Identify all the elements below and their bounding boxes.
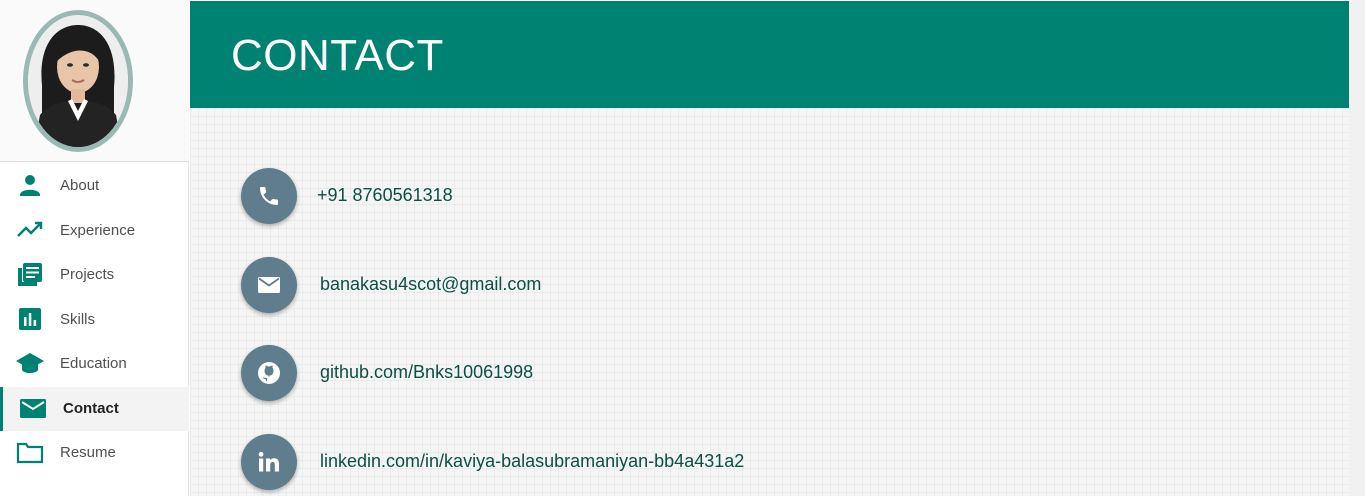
sidebar: About Experience Projects Skills Educati…: [0, 0, 189, 496]
envelope-icon: [258, 277, 280, 293]
sidebar-item-experience[interactable]: Experience: [0, 209, 189, 253]
github-icon-button[interactable]: [241, 345, 297, 401]
sidebar-item-label: Contact: [63, 400, 119, 417]
contact-section: +91 8760561318 banakasu4scot@gmail.com g…: [190, 108, 1349, 496]
email-address[interactable]: banakasu4scot@gmail.com: [320, 274, 541, 295]
profile-photo: [23, 10, 133, 152]
sidebar-item-label: About: [60, 177, 100, 194]
sidebar-item-label: Education: [60, 355, 127, 372]
page-title: CONTACT: [231, 31, 444, 80]
linkedin-link[interactable]: linkedin.com/in/kaviya-balasubramaniyan-…: [320, 451, 744, 472]
linkedin-icon: [258, 451, 279, 472]
graduation-cap-icon: [16, 351, 44, 377]
email-icon-button[interactable]: [241, 257, 297, 313]
person-icon: [16, 173, 44, 199]
mail-icon: [19, 396, 47, 422]
sidebar-item-skills[interactable]: Skills: [0, 298, 189, 342]
sidebar-item-label: Projects: [60, 266, 115, 283]
phone-number[interactable]: +91 8760561318: [317, 185, 453, 206]
bar-chart-icon: [16, 307, 44, 333]
phone-icon-button[interactable]: [241, 168, 297, 224]
page-header: CONTACT: [190, 1, 1349, 108]
github-icon: [258, 362, 280, 384]
github-link[interactable]: github.com/Bnks10061998: [320, 362, 533, 383]
sidebar-item-about[interactable]: About: [0, 164, 189, 208]
sidebar-item-projects[interactable]: Projects: [0, 253, 189, 297]
phone-icon: [260, 187, 278, 205]
sidebar-item-contact[interactable]: Contact: [0, 387, 189, 431]
sidebar-item-education[interactable]: Education: [0, 342, 189, 386]
sidebar-item-label: Skills: [60, 311, 96, 328]
sidebar-item-label: Experience: [60, 222, 136, 239]
trending-up-icon: [16, 218, 44, 244]
folder-icon: [16, 440, 44, 466]
sidebar-item-resume[interactable]: Resume: [0, 431, 189, 475]
profile-photo-area: [0, 0, 189, 162]
page-scrollbar[interactable]: [1349, 0, 1365, 496]
sidebar-item-label: Resume: [60, 444, 116, 461]
linkedin-icon-button[interactable]: [241, 434, 297, 490]
article-stack-icon: [16, 262, 44, 288]
profile-photo-image: [28, 15, 128, 147]
